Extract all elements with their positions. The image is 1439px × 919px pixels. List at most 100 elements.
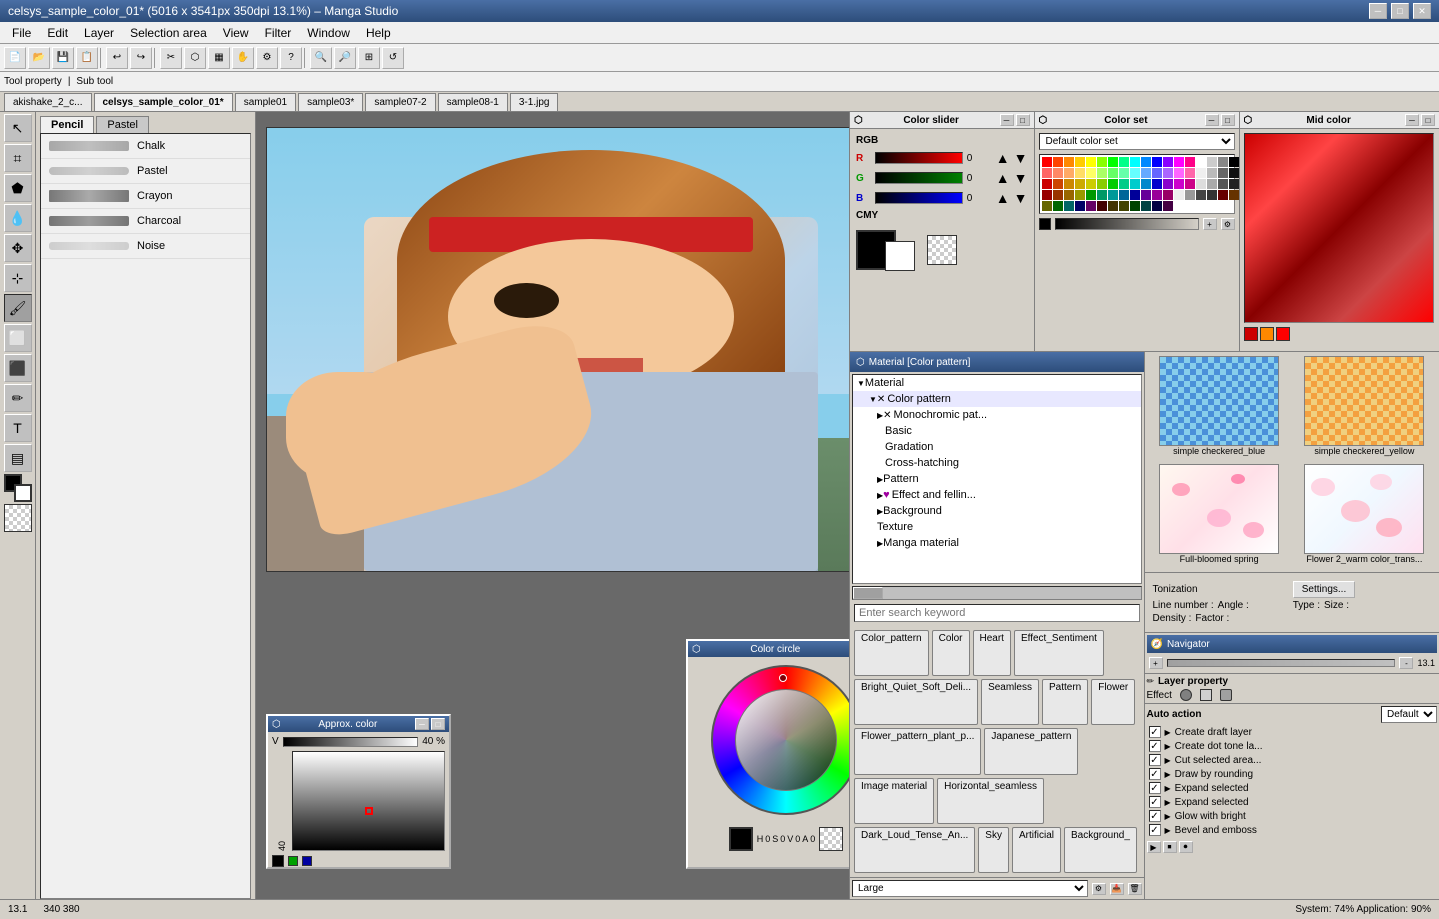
v-slider[interactable] (283, 737, 419, 747)
mc-swatch-2[interactable] (1260, 327, 1274, 341)
color-swatch[interactable] (1086, 157, 1096, 167)
color-swatch[interactable] (1207, 190, 1217, 200)
menu-edit[interactable]: Edit (39, 24, 76, 42)
menu-filter[interactable]: Filter (257, 24, 300, 42)
transparent-color[interactable] (4, 504, 32, 532)
color-swatch[interactable] (1207, 179, 1217, 189)
close-button[interactable]: ✕ (1413, 3, 1431, 19)
menu-view[interactable]: View (215, 24, 257, 42)
color-swatch[interactable] (1075, 168, 1085, 178)
tree-monochromic[interactable]: ▶ ✕ Monochromic pat... (853, 407, 1141, 423)
mat-btn-3[interactable]: 🗑 (1128, 883, 1142, 895)
tree-crosshatch[interactable]: Cross-hatching (853, 455, 1141, 471)
effect-toggle-1[interactable] (1180, 689, 1192, 701)
color-swatch[interactable] (1141, 201, 1151, 211)
b-down[interactable]: ▼ (1014, 190, 1028, 206)
settings-button[interactable]: Settings... (1293, 581, 1355, 598)
color-swatch[interactable] (1064, 201, 1074, 211)
aa-stop-btn[interactable]: ⏹ (1163, 841, 1177, 853)
nav-zoom-out[interactable]: - (1399, 657, 1413, 669)
color-swatch[interactable] (1152, 190, 1162, 200)
type-tool[interactable]: T (4, 414, 32, 442)
tag-image-material[interactable]: Image material (854, 778, 934, 824)
magic-wand-tool[interactable]: ⬟ (4, 174, 32, 202)
color-swatch[interactable] (1086, 179, 1096, 189)
menu-file[interactable]: File (4, 24, 39, 42)
thumb-img-4[interactable] (1304, 464, 1424, 554)
g-down[interactable]: ▼ (1014, 170, 1028, 186)
tag-flower-pattern[interactable]: Flower_pattern_plant_p... (854, 728, 981, 774)
mc-min[interactable]: ─ (1405, 114, 1419, 126)
color-swatch[interactable] (1130, 157, 1140, 167)
color-swatch[interactable] (1042, 190, 1052, 200)
brush-tool[interactable]: 🖌 (4, 294, 32, 322)
brush-item-chalk[interactable]: Chalk (41, 134, 250, 159)
color-swatch[interactable] (1075, 201, 1085, 211)
tool-2[interactable]: ⬡ (184, 47, 206, 69)
tag-artificial[interactable]: Artificial (1012, 827, 1061, 873)
aa-run-btn[interactable]: ▶ (1147, 841, 1161, 853)
color-swatch[interactable] (1163, 179, 1173, 189)
color-swatch[interactable] (1064, 168, 1074, 178)
color-swatch[interactable] (1196, 168, 1206, 178)
maximize-button[interactable]: □ (1391, 3, 1409, 19)
color-swatch[interactable] (1130, 190, 1140, 200)
undo-btn[interactable]: ↩ (106, 47, 128, 69)
color-swatch[interactable] (1185, 157, 1195, 167)
color-swatch[interactable] (1218, 168, 1228, 178)
color-swatch[interactable] (1042, 201, 1052, 211)
color-set-dropdown[interactable]: Default color set (1039, 133, 1235, 150)
color-swatch[interactable] (1163, 190, 1173, 200)
effect-toggle-3[interactable] (1220, 689, 1232, 701)
color-swatch[interactable] (1119, 201, 1129, 211)
h-scrollbar[interactable] (852, 586, 1142, 600)
tag-bright[interactable]: Bright_Quiet_Soft_Deli... (854, 679, 978, 725)
b-slider[interactable] (875, 192, 963, 204)
brush-item-crayon[interactable]: Crayon (41, 184, 250, 209)
color-swatch[interactable] (1097, 168, 1107, 178)
b-up[interactable]: ▲ (996, 190, 1010, 206)
color-swatch[interactable] (1207, 157, 1217, 167)
g-up[interactable]: ▲ (996, 170, 1010, 186)
save-btn[interactable]: 💾 (52, 47, 74, 69)
color-swatch[interactable] (1042, 168, 1052, 178)
tag-color[interactable]: Color (932, 630, 970, 676)
eraser-tool[interactable]: ⬜ (4, 324, 32, 352)
color-swatch[interactable] (1086, 190, 1096, 200)
g-slider[interactable] (875, 172, 963, 184)
color-swatch[interactable] (1196, 190, 1206, 200)
tool-4[interactable]: ✋ (232, 47, 254, 69)
tree-gradation[interactable]: Gradation (853, 439, 1141, 455)
color-swatch[interactable] (1185, 168, 1195, 178)
color-swatch[interactable] (1163, 168, 1173, 178)
color-swatch[interactable] (1152, 179, 1162, 189)
menu-layer[interactable]: Layer (76, 24, 122, 42)
color-swatch[interactable] (1097, 190, 1107, 200)
mc-swatch-1[interactable] (1244, 327, 1258, 341)
color-swatch[interactable] (1141, 168, 1151, 178)
tab-sample03[interactable]: sample03* (298, 93, 363, 111)
tab-sample01[interactable]: sample01 (235, 93, 296, 111)
color-swatch[interactable] (1185, 190, 1195, 200)
color-swatch[interactable] (1130, 179, 1140, 189)
tab-sample08[interactable]: sample08-1 (438, 93, 508, 111)
mc-swatch-3[interactable] (1276, 327, 1290, 341)
color-swatch[interactable] (1119, 179, 1129, 189)
move-tool[interactable]: ✥ (4, 234, 32, 262)
fill-tool[interactable]: ⬛ (4, 354, 32, 382)
rotate-btn[interactable]: ↺ (382, 47, 404, 69)
color-swatch[interactable] (1174, 190, 1184, 200)
h-scrollbar-thumb[interactable] (853, 587, 883, 599)
color-swatch[interactable] (1108, 201, 1118, 211)
color-swatch[interactable] (1229, 168, 1239, 178)
tool-6[interactable]: ? (280, 47, 302, 69)
tag-background[interactable]: Background_ (1064, 827, 1137, 873)
menu-window[interactable]: Window (299, 24, 358, 42)
menu-selection[interactable]: Selection area (122, 24, 215, 42)
brush-tab-pencil[interactable]: Pencil (40, 116, 94, 133)
color-swatch[interactable] (1108, 168, 1118, 178)
blue-marker[interactable] (302, 856, 312, 866)
color-swatch[interactable] (1042, 179, 1052, 189)
nav-zoom-in[interactable]: + (1149, 657, 1163, 669)
aa-check-1[interactable]: ✓ (1149, 740, 1161, 752)
